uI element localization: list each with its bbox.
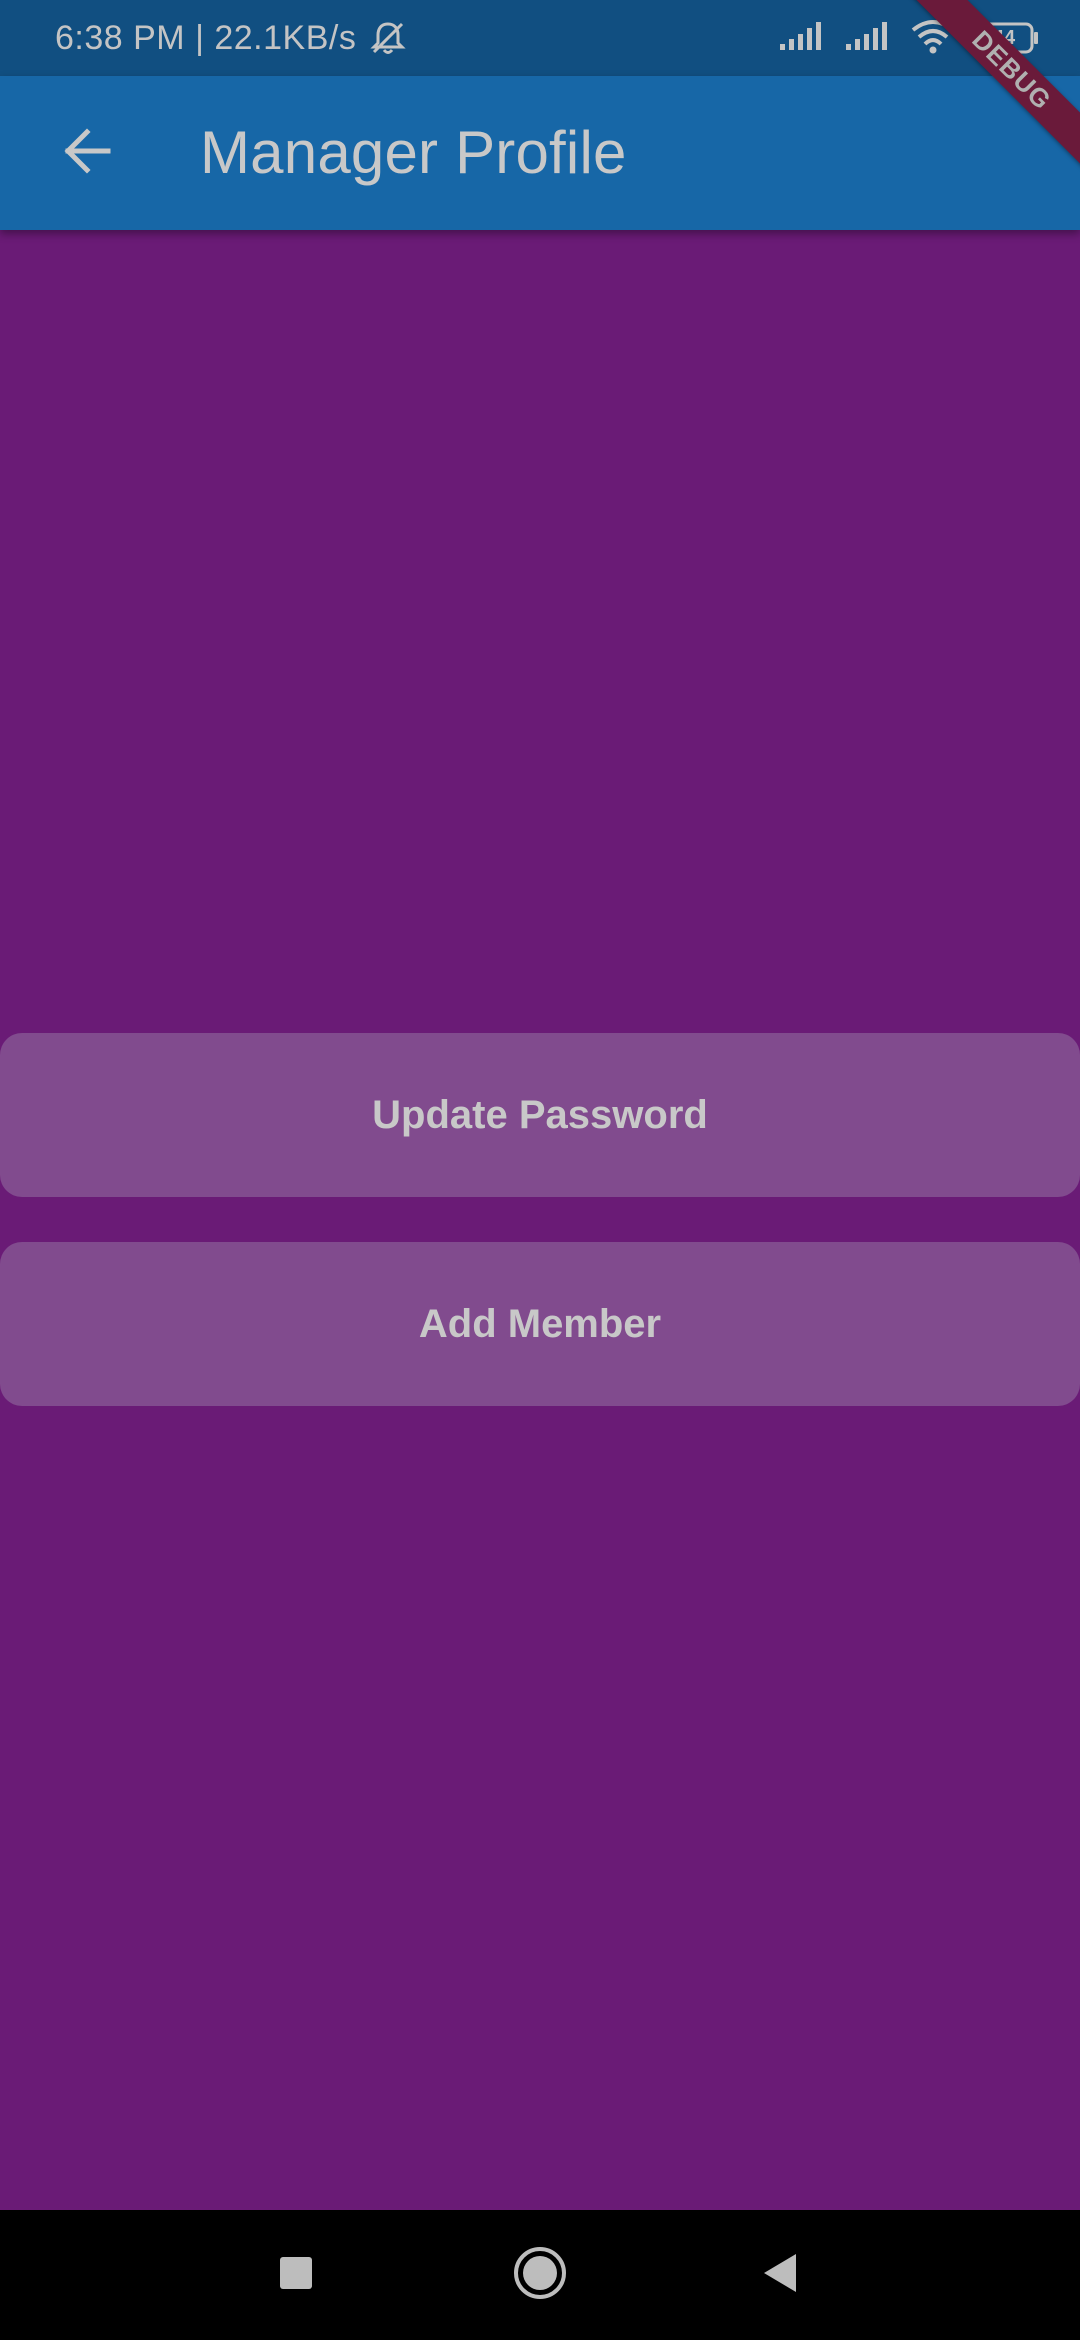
update-password-button[interactable]: Update Password — [0, 1033, 1080, 1197]
home-button[interactable] — [500, 2235, 580, 2315]
dnd-off-icon — [368, 18, 408, 58]
status-icons: 44 — [778, 18, 1040, 59]
signal-icon — [844, 20, 892, 57]
wifi-icon — [910, 18, 956, 59]
status-time-speed: 6:38 PM | 22.1KB/s — [55, 18, 357, 57]
back-triangle-icon — [760, 2252, 800, 2299]
signal-icon — [778, 20, 826, 57]
app-bar: Manager Profile — [0, 76, 1080, 230]
back-button[interactable] — [40, 106, 134, 200]
home-circle-icon — [512, 2245, 568, 2306]
status-bar: 6:38 PM | 22.1KB/s 44 — [0, 0, 1080, 76]
battery-level: 44 — [992, 26, 1016, 49]
battery-icon: 44 — [974, 21, 1040, 55]
add-member-button[interactable]: Add Member — [0, 1242, 1080, 1406]
system-back-button[interactable] — [740, 2235, 820, 2315]
arrow-left-icon — [60, 124, 114, 183]
recents-square-icon — [278, 2255, 314, 2296]
recents-button[interactable] — [256, 2235, 336, 2315]
system-nav-bar — [0, 2210, 1080, 2340]
page-title: Manager Profile — [200, 119, 627, 186]
